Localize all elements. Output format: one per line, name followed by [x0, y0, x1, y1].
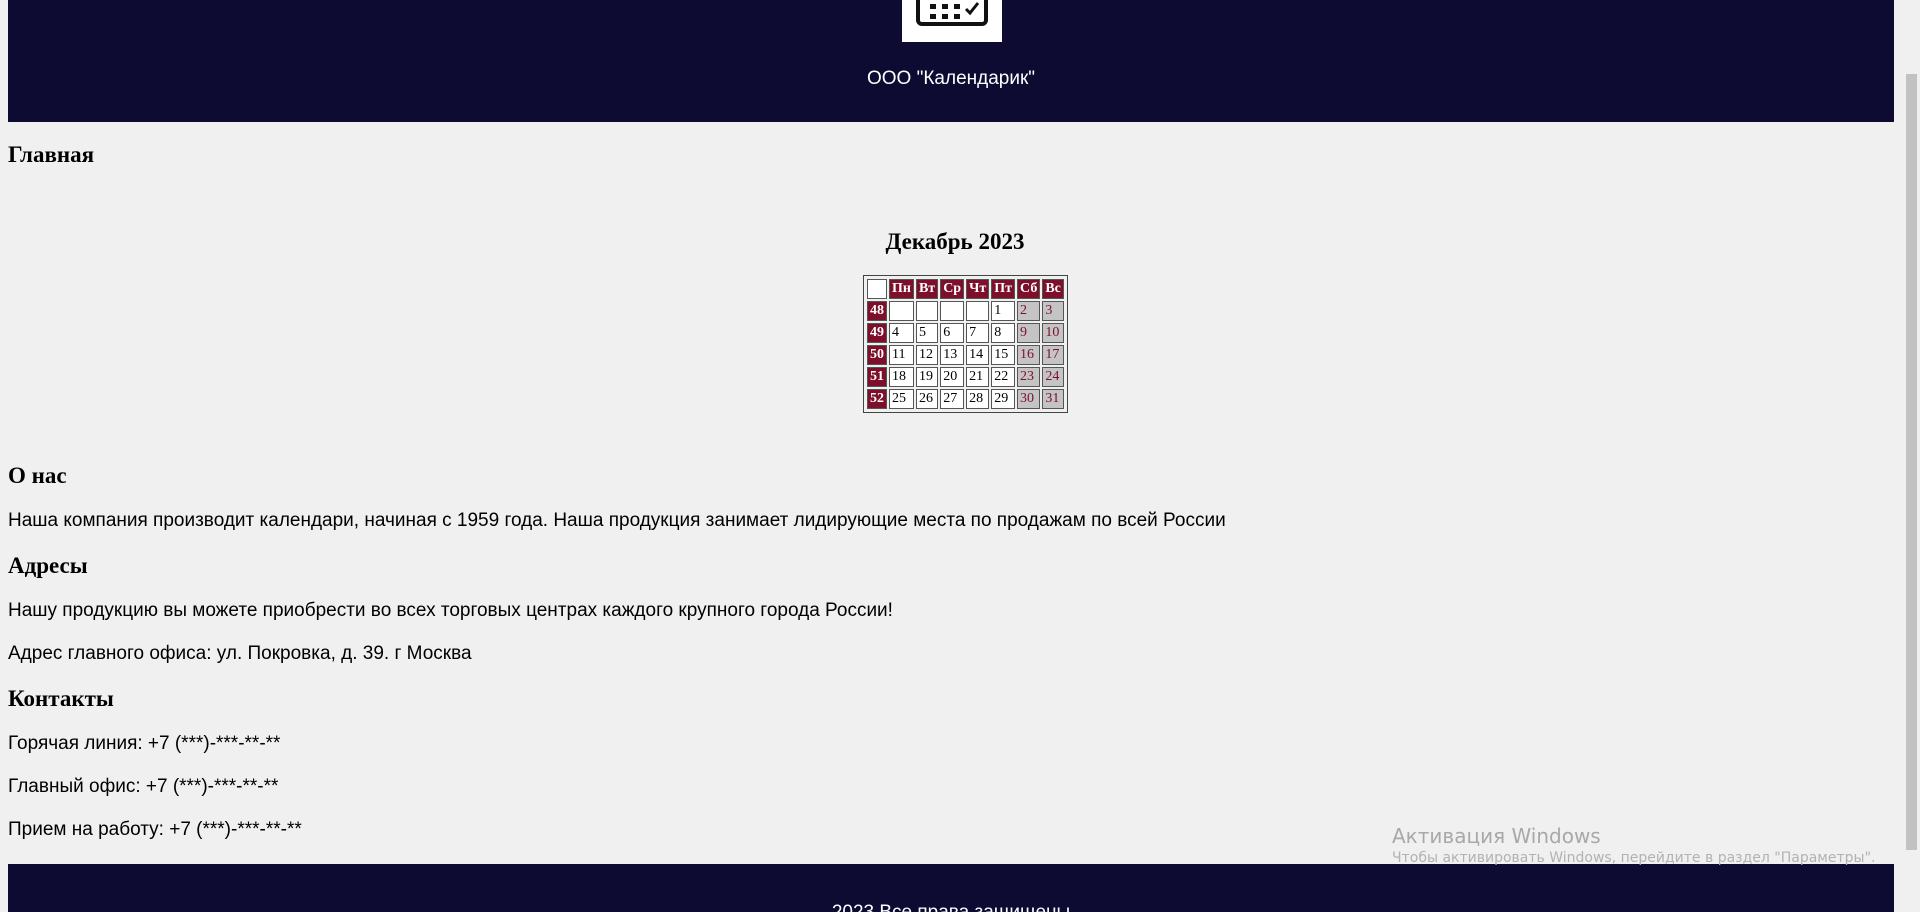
weekday-header: Пт	[991, 279, 1016, 299]
weekday-header: Сб	[1017, 279, 1041, 299]
calendar-day: 25	[889, 389, 914, 409]
scrollbar-thumb[interactable]	[1906, 74, 1917, 850]
calendar-day: 4	[889, 323, 914, 343]
calendar-day	[915, 301, 939, 321]
calendar-weekend-day: 30	[1017, 389, 1041, 409]
contact-hiring: Прием на работу: +7 (***)-***-**-**	[8, 819, 302, 840]
calendar-day: 28	[966, 389, 990, 409]
calendar-day: 5	[915, 323, 939, 343]
calendar-weekend-day: 10	[1042, 323, 1064, 343]
logo[interactable]	[902, 0, 1002, 42]
week-number: 52	[867, 389, 887, 409]
page-title: Главная	[8, 142, 95, 167]
calendar-title: Декабрь 2023	[8, 229, 1894, 255]
calendar-day	[940, 301, 965, 321]
windows-activation-title: Активация Windows	[1392, 824, 1601, 848]
calendar-weekend-day: 3	[1042, 301, 1064, 321]
calendar-week-row: 48 1 2 3	[867, 301, 1064, 321]
windows-activation-hint: Чтобы активировать Windows, перейдите в …	[1392, 850, 1876, 866]
calendar-weekend-day: 24	[1042, 367, 1064, 387]
week-number: 50	[867, 345, 887, 365]
contacts-heading: Контакты	[8, 686, 114, 711]
calendar-weekend-day: 31	[1042, 389, 1064, 409]
addresses-heading: Адресы	[8, 553, 88, 578]
calendar-day	[966, 301, 990, 321]
site-footer: 2023 Все права защищены	[8, 864, 1894, 912]
weekday-header: Ср	[940, 279, 965, 299]
calendar-day: 12	[915, 345, 939, 365]
calendar-week-row: 50 11 12 13 14 15 16 17	[867, 345, 1064, 365]
contact-office: Главный офис: +7 (***)-***-**-**	[8, 776, 279, 797]
calendar-week-row: 49 4 5 6 7 8 9 10	[867, 323, 1064, 343]
calendar-weekend-day: 9	[1017, 323, 1041, 343]
calendar-day: 27	[940, 389, 965, 409]
calendar-weekend-day: 2	[1017, 301, 1041, 321]
calendar-header-row: Пн Вт Ср Чт Пт Сб Вс	[867, 279, 1064, 299]
calendar-weekend-day: 17	[1042, 345, 1064, 365]
weekday-header: Пн	[889, 279, 914, 299]
weekday-header: Вс	[1042, 279, 1064, 299]
footer-copyright: 2023 Все права защищены	[8, 902, 1894, 912]
contact-hotline: Горячая линия: +7 (***)-***-**-**	[8, 733, 281, 754]
calendar-day: 19	[915, 367, 939, 387]
calendar-title-text: Декабрь 2023	[885, 229, 1025, 254]
about-text: Наша компания производит календари, начи…	[8, 510, 1226, 531]
calendar-day: 8	[991, 323, 1016, 343]
calendar-day: 13	[940, 345, 965, 365]
calendar-day: 22	[991, 367, 1016, 387]
about-heading: О нас	[8, 463, 67, 488]
calendar-weekend-day: 23	[1017, 367, 1041, 387]
calendar-day: 26	[915, 389, 939, 409]
week-number: 49	[867, 323, 887, 343]
calendar-day: 20	[940, 367, 965, 387]
calendar-weekend-day: 16	[1017, 345, 1041, 365]
calendar-week-row: 52 25 26 27 28 29 30 31	[867, 389, 1064, 409]
calendar-day: 18	[889, 367, 914, 387]
calendar-day: 21	[966, 367, 990, 387]
page: ООО "Календарик" Главная Декабрь 2023 Пн…	[8, 0, 1894, 912]
calendar-table: Пн Вт Ср Чт Пт Сб Вс 48 1 2 3 49 4 5 6 7…	[865, 277, 1066, 411]
calendar-icon	[916, 0, 988, 26]
calendar-day: 14	[966, 345, 990, 365]
week-number: 51	[867, 367, 887, 387]
calendar-day: 1	[991, 301, 1016, 321]
site-header: ООО "Календарик"	[8, 0, 1894, 122]
calendar-day: 7	[966, 323, 990, 343]
calendar-day	[889, 301, 914, 321]
calendar-week-row: 51 18 19 20 21 22 23 24	[867, 367, 1064, 387]
calendar-day: 11	[889, 345, 914, 365]
weekday-header: Вт	[915, 279, 939, 299]
calendar: Пн Вт Ср Чт Пт Сб Вс 48 1 2 3 49 4 5 6 7…	[863, 275, 1068, 413]
addresses-text: Нашу продукцию вы можете приобрести во в…	[8, 600, 893, 621]
scrollbar[interactable]	[1902, 0, 1920, 912]
calendar-day: 6	[940, 323, 965, 343]
company-name: ООО "Календарик"	[866, 68, 1036, 89]
calendar-corner-cell	[867, 279, 887, 299]
week-number: 48	[867, 301, 887, 321]
calendar-day: 15	[991, 345, 1016, 365]
calendar-day: 29	[991, 389, 1016, 409]
office-address: Адрес главного офиса: ул. Покровка, д. 3…	[8, 643, 472, 664]
weekday-header: Чт	[966, 279, 990, 299]
